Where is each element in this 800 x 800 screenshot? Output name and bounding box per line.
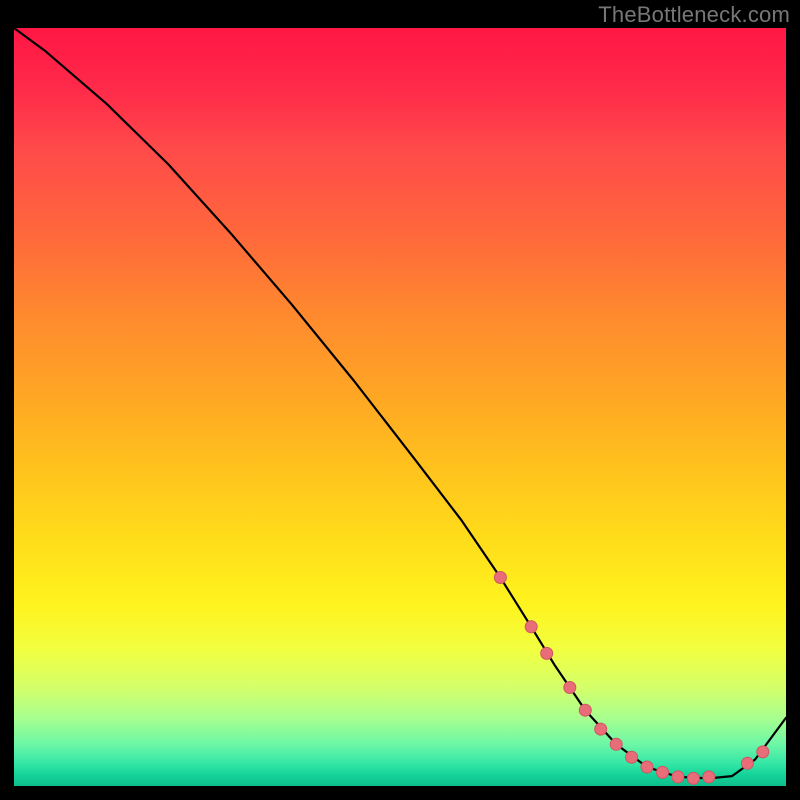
curve-dot bbox=[741, 757, 753, 769]
curve-dot bbox=[595, 723, 607, 735]
curve-dot bbox=[626, 751, 638, 763]
curve-dot bbox=[579, 704, 591, 716]
curve-dot bbox=[657, 766, 669, 778]
curve-dot bbox=[525, 621, 537, 633]
watermark-label: TheBottleneck.com bbox=[598, 2, 790, 28]
bottleneck-curve bbox=[14, 28, 786, 778]
curve-dot bbox=[564, 682, 576, 694]
chart-frame: TheBottleneck.com bbox=[0, 0, 800, 800]
curve-dots bbox=[494, 572, 768, 785]
curve-dot bbox=[672, 771, 684, 783]
curve-dot bbox=[641, 761, 653, 773]
curve-dot bbox=[687, 772, 699, 784]
curve-dot bbox=[610, 738, 622, 750]
curve-dot bbox=[703, 771, 715, 783]
curve-dot bbox=[541, 647, 553, 659]
curve-dot bbox=[757, 746, 769, 758]
chart-svg bbox=[14, 28, 786, 786]
curve-dot bbox=[494, 572, 506, 584]
plot-area bbox=[14, 28, 786, 786]
